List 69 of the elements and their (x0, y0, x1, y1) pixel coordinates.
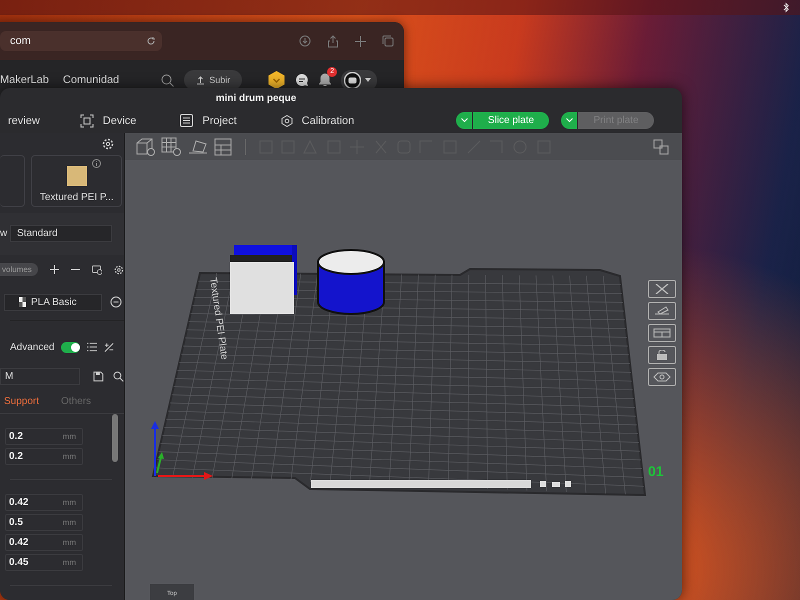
compare-icon[interactable] (104, 342, 114, 353)
scrollbar-thumb[interactable] (112, 414, 118, 462)
settings-icon[interactable] (102, 138, 114, 150)
dropdown-toggle[interactable] (561, 112, 577, 129)
plate-thumbnail (66, 166, 87, 186)
plus-icon[interactable] (355, 36, 366, 46)
plate-number: 01 (648, 463, 664, 479)
tabs-icon[interactable] (382, 35, 394, 47)
caret-icon (365, 78, 372, 82)
value-field[interactable]: 0.2 mm (5, 428, 83, 445)
arrange-icon[interactable] (213, 136, 233, 156)
filament-select[interactable]: PLA Basic (4, 294, 102, 311)
account-menu[interactable] (341, 70, 378, 90)
filament-sync-icon[interactable] (92, 264, 102, 276)
value-field[interactable]: 0.45 mm (5, 554, 83, 571)
save-icon[interactable] (93, 370, 104, 382)
add-plate-icon[interactable] (161, 136, 183, 156)
plate-card[interactable]: Textured PEI P... (31, 154, 122, 207)
advanced-label: Advanced (10, 342, 54, 353)
close-icon[interactable] (648, 280, 676, 298)
preset-name-field[interactable]: M (0, 368, 80, 385)
address-field[interactable]: com (0, 31, 162, 51)
settings-icon[interactable] (114, 264, 124, 276)
bluetooth-icon[interactable] (783, 2, 790, 13)
plate-type-label: Textured PEI P... (40, 192, 114, 203)
main-tab[interactable]: Calibration (272, 112, 358, 130)
layout-icon[interactable] (648, 324, 676, 342)
edit-icon[interactable] (648, 302, 676, 320)
remove-circle-icon[interactable] (110, 296, 122, 308)
search-icon[interactable] (161, 74, 174, 86)
hexagon-icon (280, 114, 293, 126)
chat-icon[interactable] (295, 73, 310, 87)
address-text: com (10, 35, 31, 47)
main-tab[interactable]: Device (72, 112, 140, 130)
search-icon[interactable] (113, 370, 124, 382)
filament-swatch-icon (19, 297, 26, 308)
window-title: mini drum peque (216, 92, 296, 104)
bell-icon[interactable] (319, 73, 332, 87)
dropdown-toggle[interactable] (456, 112, 472, 129)
advanced-toggle[interactable] (61, 342, 80, 353)
coin-badge-icon[interactable] (268, 71, 286, 89)
lock-icon[interactable] (648, 346, 676, 364)
chevron-icon (566, 118, 572, 123)
value-field[interactable]: 0.42 mm (5, 534, 83, 551)
list-icon (180, 114, 194, 127)
share-icon[interactable] (327, 34, 339, 48)
download-icon[interactable] (299, 35, 311, 47)
reload-icon[interactable] (146, 36, 156, 46)
settings-tab[interactable]: Support (0, 394, 44, 409)
build-plate-with-models-drawing: Textured PEI Plate (151, 245, 646, 496)
list-icon[interactable] (86, 342, 97, 352)
value-field[interactable]: 0.2 mm (5, 448, 83, 465)
eye-icon[interactable] (648, 368, 676, 386)
add-icon[interactable] (50, 264, 59, 276)
process-label: w (0, 228, 6, 240)
value-field[interactable]: 0.42 mm (5, 494, 83, 511)
upload-button[interactable]: Subir (184, 70, 242, 90)
device-icon (80, 114, 94, 128)
nav-link[interactable]: MakerLab (0, 74, 49, 86)
chevron-icon (460, 118, 468, 123)
upload-icon (196, 76, 206, 84)
main-tab[interactable]: review (0, 112, 44, 130)
process-preset-select[interactable]: Standard (10, 225, 112, 242)
nav-link[interactable]: Comunidad (62, 74, 120, 86)
view-options-icon[interactable] (652, 138, 670, 156)
info-icon[interactable] (92, 158, 101, 168)
value-field[interactable]: 0.5 mm (5, 514, 83, 531)
add-cube-icon[interactable] (135, 136, 157, 156)
main-tab[interactable]: Project (172, 112, 241, 130)
